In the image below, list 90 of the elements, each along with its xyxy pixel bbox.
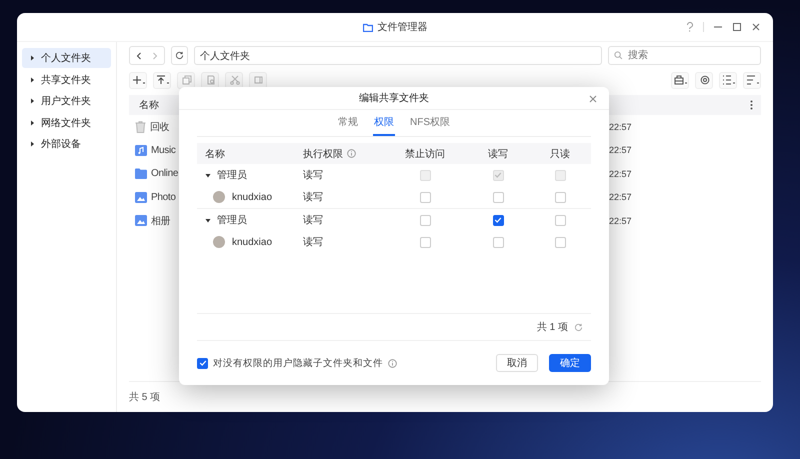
close-icon[interactable]: [589, 95, 597, 103]
file-name[interactable]: 回收: [150, 120, 170, 134]
folder-icon: [135, 168, 147, 180]
group-name: 管理员: [217, 169, 247, 182]
trash-icon: [135, 120, 146, 133]
back-icon[interactable]: [136, 52, 142, 60]
user-avatar: [213, 191, 225, 203]
image-folder-icon: [135, 192, 147, 203]
tab[interactable]: NFS权限: [409, 110, 451, 136]
list-icon: [722, 75, 736, 85]
refresh-icon[interactable]: [574, 322, 583, 332]
tools-button[interactable]: [671, 72, 689, 88]
sidebar-item[interactable]: 共享文件夹: [22, 70, 111, 90]
file-name[interactable]: 相册: [151, 214, 170, 228]
user-name: knudxiao: [232, 236, 272, 248]
maximize-icon[interactable]: [732, 22, 742, 32]
info-icon[interactable]: [347, 149, 356, 158]
image-folder-icon: [135, 215, 147, 226]
search-icon: [614, 51, 623, 60]
modified-time: 22:57: [609, 145, 633, 156]
caret-icon: [30, 98, 35, 104]
file-name[interactable]: Online: [151, 168, 178, 180]
file-name[interactable]: Photo: [151, 192, 176, 203]
window-title: 文件管理器: [378, 20, 428, 34]
sidebar-item[interactable]: 用户文件夹: [22, 91, 111, 111]
folder-icon: [362, 22, 372, 32]
sort-button[interactable]: [743, 72, 761, 88]
column-header: 只读: [549, 148, 571, 160]
column-header: 禁止访问: [404, 148, 446, 160]
copy-icon: [182, 75, 192, 85]
caret-icon: [30, 55, 35, 61]
dialog-title: 编辑共享文件夹: [359, 92, 429, 105]
upload-button[interactable]: [153, 72, 171, 88]
item-count: 共 1 项: [536, 320, 568, 334]
column-header: 名称: [204, 148, 226, 160]
search-field[interactable]: 搜索: [608, 46, 761, 65]
tab[interactable]: 常规: [337, 110, 359, 136]
permission-text: 读写: [303, 214, 324, 227]
modified-time: 22:57: [609, 192, 633, 202]
view-button[interactable]: [719, 72, 737, 88]
sidebar-item[interactable]: 个人文件夹: [22, 48, 111, 68]
cancel-button[interactable]: 取消: [496, 354, 538, 372]
copy-button[interactable]: [177, 72, 195, 88]
checkbox[interactable]: [197, 358, 208, 368]
tab[interactable]: 权限: [373, 110, 395, 136]
rename-button[interactable]: [249, 72, 267, 88]
permission-text: 读写: [303, 236, 324, 249]
info-icon[interactable]: [388, 358, 397, 368]
path-field[interactable]: 个人文件夹: [194, 46, 602, 65]
sidebar-item[interactable]: 网络文件夹: [22, 112, 111, 132]
help-icon[interactable]: [686, 22, 694, 32]
paste-icon: [206, 75, 216, 85]
column-header[interactable]: 名称: [139, 98, 159, 112]
modified-time: 22:57: [609, 168, 633, 179]
permission-text: 读写: [303, 168, 324, 182]
music-folder-icon: [135, 144, 147, 156]
refresh-button[interactable]: [171, 46, 188, 65]
new-button[interactable]: [129, 72, 147, 88]
close-icon[interactable]: [751, 22, 761, 32]
sort-icon: [746, 75, 760, 85]
plus-icon: [132, 75, 146, 85]
paste-button[interactable]: [201, 72, 219, 88]
user-name: knudxiao: [232, 192, 272, 202]
checkbox[interactable]: [492, 214, 504, 226]
upload-icon: [156, 75, 170, 85]
caret-icon: [30, 141, 35, 147]
modified-time: 22:57: [609, 122, 633, 132]
settings-icon: [700, 75, 710, 85]
toolbox-icon: [674, 75, 688, 85]
expand-caret-icon[interactable]: [205, 172, 211, 178]
column-header: 读写: [487, 148, 509, 160]
modified-time: 22:57: [609, 216, 633, 226]
group-name: 管理员: [217, 214, 247, 227]
expand-caret-icon[interactable]: [205, 218, 211, 222]
cut-icon: [230, 75, 240, 85]
permission-text: 读写: [303, 190, 324, 204]
user-avatar: [213, 236, 225, 248]
cut-button[interactable]: [225, 72, 243, 88]
caret-icon: [30, 120, 35, 126]
refresh-icon: [175, 51, 184, 60]
item-count: 共 5 项: [129, 390, 160, 404]
settings-button[interactable]: [695, 72, 713, 88]
column-header: 执行权限: [303, 148, 343, 160]
more-icon[interactable]: [750, 100, 753, 110]
file-name[interactable]: Music: [151, 144, 176, 156]
sidebar-item[interactable]: 外部设备: [22, 134, 111, 154]
ok-button[interactable]: 确定: [549, 354, 591, 372]
forward-icon[interactable]: [152, 52, 158, 60]
checkbox-label: 对没有权限的用户隐藏子文件夹和文件: [213, 356, 383, 370]
caret-icon: [30, 76, 35, 82]
